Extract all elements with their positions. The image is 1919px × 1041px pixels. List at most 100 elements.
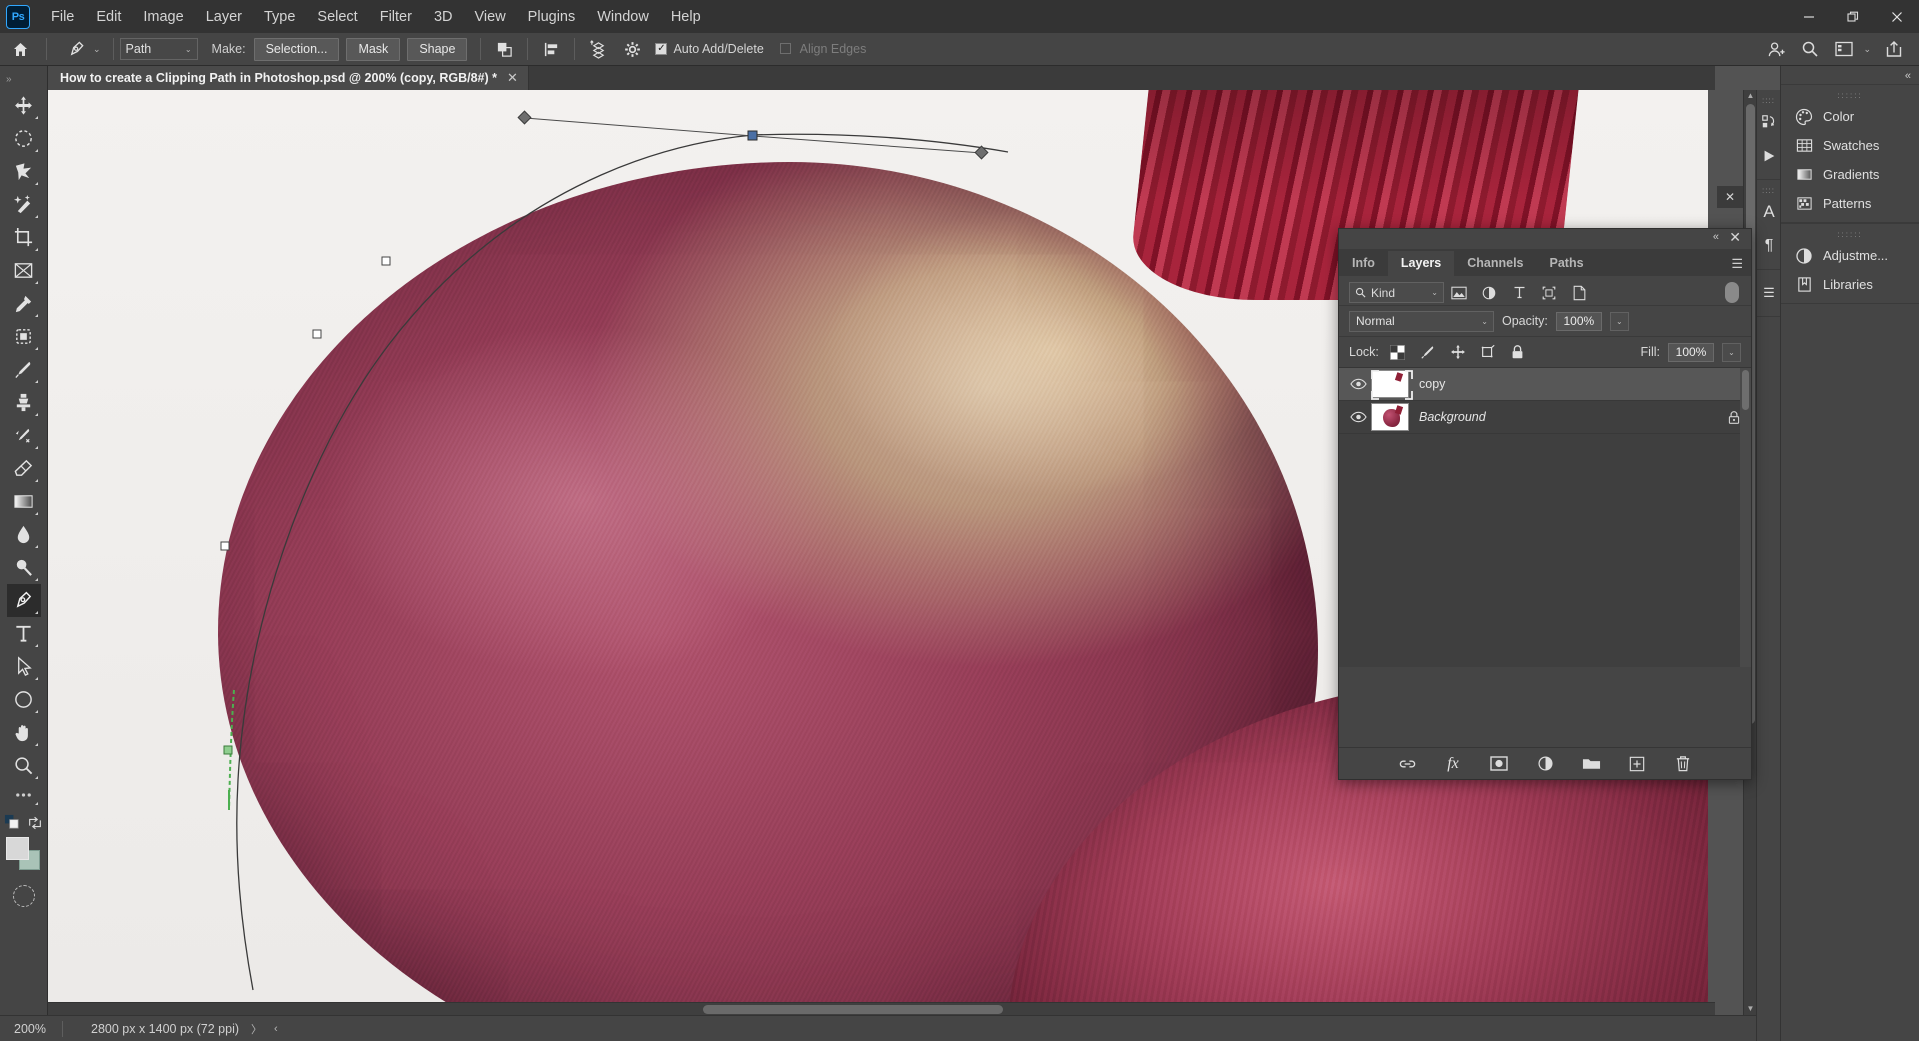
dock-item-libraries[interactable]: Libraries — [1781, 270, 1919, 299]
share-icon[interactable] — [1880, 36, 1908, 62]
new-adjustment-layer-icon[interactable] — [1535, 754, 1555, 774]
opacity-chevron-down-icon[interactable]: ⌄ — [1609, 311, 1629, 331]
opacity-value[interactable]: 100% — [1555, 311, 1602, 331]
paragraph-panel-icon[interactable]: ¶ — [1757, 229, 1781, 263]
lock-all-icon[interactable] — [1507, 341, 1529, 363]
path-selection-tool[interactable] — [7, 650, 41, 683]
edit-toolbar-ellipsis-icon[interactable] — [7, 782, 41, 808]
add-user-icon[interactable] — [1762, 36, 1790, 62]
frame-tool[interactable] — [7, 254, 41, 287]
layers-scroll-thumb[interactable] — [1742, 370, 1749, 410]
lock-image-pixels-icon[interactable] — [1417, 341, 1439, 363]
status-expand-icon[interactable]: 〉 — [251, 1021, 262, 1037]
layer-visibility-eye-icon[interactable] — [1345, 411, 1371, 423]
tab-paths[interactable]: Paths — [1537, 251, 1597, 276]
toolbar-collapse-icon[interactable]: » — [0, 74, 12, 85]
make-selection-button[interactable]: Selection... — [253, 37, 340, 61]
hand-tool[interactable] — [7, 716, 41, 749]
layer-row-background[interactable]: Background — [1339, 401, 1751, 434]
make-mask-button[interactable]: Mask — [346, 37, 401, 61]
search-icon[interactable] — [1796, 36, 1824, 62]
close-icon[interactable]: ✕ — [507, 70, 518, 86]
dock-item-gradients[interactable]: Gradients — [1781, 160, 1919, 189]
menu-filter[interactable]: Filter — [369, 3, 423, 31]
path-mode-select[interactable]: Path ⌄ — [119, 38, 198, 60]
pen-tool-icon[interactable] — [61, 37, 91, 61]
brush-tool[interactable] — [7, 353, 41, 386]
lock-transparent-pixels-icon[interactable] — [1387, 341, 1409, 363]
layer-name-copy[interactable]: copy — [1419, 377, 1445, 391]
link-layers-icon[interactable] — [1397, 754, 1417, 774]
panel-menu-icon[interactable]: ☰ — [1731, 256, 1743, 272]
menu-type[interactable]: Type — [253, 3, 306, 31]
color-swatches[interactable] — [5, 837, 42, 871]
panel-drag-handle[interactable]: :::::: — [1781, 89, 1919, 102]
layer-thumbnail[interactable] — [1371, 370, 1409, 398]
workspace-chevron-down-icon[interactable]: ⌄ — [1863, 44, 1871, 55]
zoom-tool[interactable] — [7, 749, 41, 782]
status-collapse-icon[interactable]: ‹ — [274, 1023, 278, 1035]
close-button[interactable] — [1875, 0, 1919, 33]
menu-select[interactable]: Select — [306, 3, 368, 31]
align-edges-checkbox[interactable] — [779, 43, 791, 54]
panel-menu-icon[interactable]: ☰ — [1757, 276, 1781, 310]
lock-icon[interactable] — [1727, 410, 1741, 425]
layers-list[interactable]: copy Background — [1339, 367, 1751, 667]
add-layer-mask-icon[interactable] — [1489, 754, 1509, 774]
new-layer-icon[interactable] — [1627, 754, 1647, 774]
lock-artboard-nesting-icon[interactable] — [1477, 341, 1499, 363]
menu-help[interactable]: Help — [660, 3, 712, 31]
marquee-tool[interactable] — [7, 122, 41, 155]
spot-healing-tool[interactable] — [7, 320, 41, 353]
filter-shape-layers-icon[interactable] — [1534, 282, 1564, 304]
menu-3d[interactable]: 3D — [423, 3, 464, 31]
filter-enable-toggle[interactable] — [1725, 282, 1739, 303]
delete-layer-icon[interactable] — [1673, 754, 1693, 774]
dock-item-swatches[interactable]: Swatches — [1781, 131, 1919, 160]
tab-channels[interactable]: Channels — [1454, 251, 1536, 276]
tab-layers[interactable]: Layers — [1387, 251, 1455, 276]
layer-style-fx-icon[interactable]: fx — [1443, 754, 1463, 774]
ellipse-tool[interactable] — [7, 683, 41, 716]
eraser-tool[interactable] — [7, 452, 41, 485]
layer-row-copy[interactable]: copy — [1339, 368, 1751, 401]
dodge-tool[interactable] — [7, 551, 41, 584]
panel-drag-handle[interactable]: :::: — [1757, 96, 1780, 105]
crop-tool[interactable] — [7, 221, 41, 254]
actions-play-icon[interactable] — [1757, 139, 1781, 173]
object-selection-tool[interactable] — [7, 188, 41, 221]
default-colors-icon[interactable] — [4, 814, 21, 831]
blur-tool[interactable] — [7, 518, 41, 551]
dock-item-patterns[interactable]: Patterns — [1781, 189, 1919, 218]
lasso-tool[interactable] — [7, 155, 41, 188]
path-operations-icon[interactable] — [490, 36, 518, 62]
workspace-icon[interactable] — [1830, 36, 1858, 62]
clone-stamp-tool[interactable] — [7, 386, 41, 419]
filter-smart-object-icon[interactable] — [1564, 282, 1594, 304]
make-shape-button[interactable]: Shape — [407, 37, 468, 61]
pen-tool[interactable] — [6, 584, 41, 617]
fill-value[interactable]: 100% — [1668, 342, 1714, 362]
tab-info[interactable]: Info — [1339, 251, 1388, 276]
path-alignment-icon[interactable] — [537, 36, 565, 62]
layers-list-scrollbar[interactable] — [1740, 368, 1751, 667]
foreground-color-swatch[interactable] — [5, 837, 29, 860]
eyedropper-tool[interactable] — [7, 287, 41, 320]
home-icon[interactable] — [0, 33, 40, 66]
menu-file[interactable]: File — [40, 3, 85, 31]
restore-button[interactable] — [1831, 0, 1875, 33]
panel-collapse-icon[interactable]: « — [1713, 231, 1719, 243]
type-tool[interactable] — [7, 617, 41, 650]
history-brush-tool[interactable] — [7, 419, 41, 452]
quick-mask-icon[interactable] — [12, 885, 35, 907]
swap-colors-icon[interactable] — [27, 815, 43, 831]
menu-view[interactable]: View — [464, 3, 517, 31]
menu-layer[interactable]: Layer — [195, 3, 253, 31]
menu-edit[interactable]: Edit — [85, 3, 132, 31]
new-group-icon[interactable] — [1581, 754, 1601, 774]
filter-kind-select[interactable]: Kind ⌄ — [1349, 282, 1444, 303]
zoom-level[interactable]: 200% — [0, 1022, 62, 1036]
menu-image[interactable]: Image — [132, 3, 194, 31]
gear-icon[interactable] — [618, 36, 646, 62]
fill-chevron-down-icon[interactable]: ⌄ — [1722, 342, 1741, 362]
